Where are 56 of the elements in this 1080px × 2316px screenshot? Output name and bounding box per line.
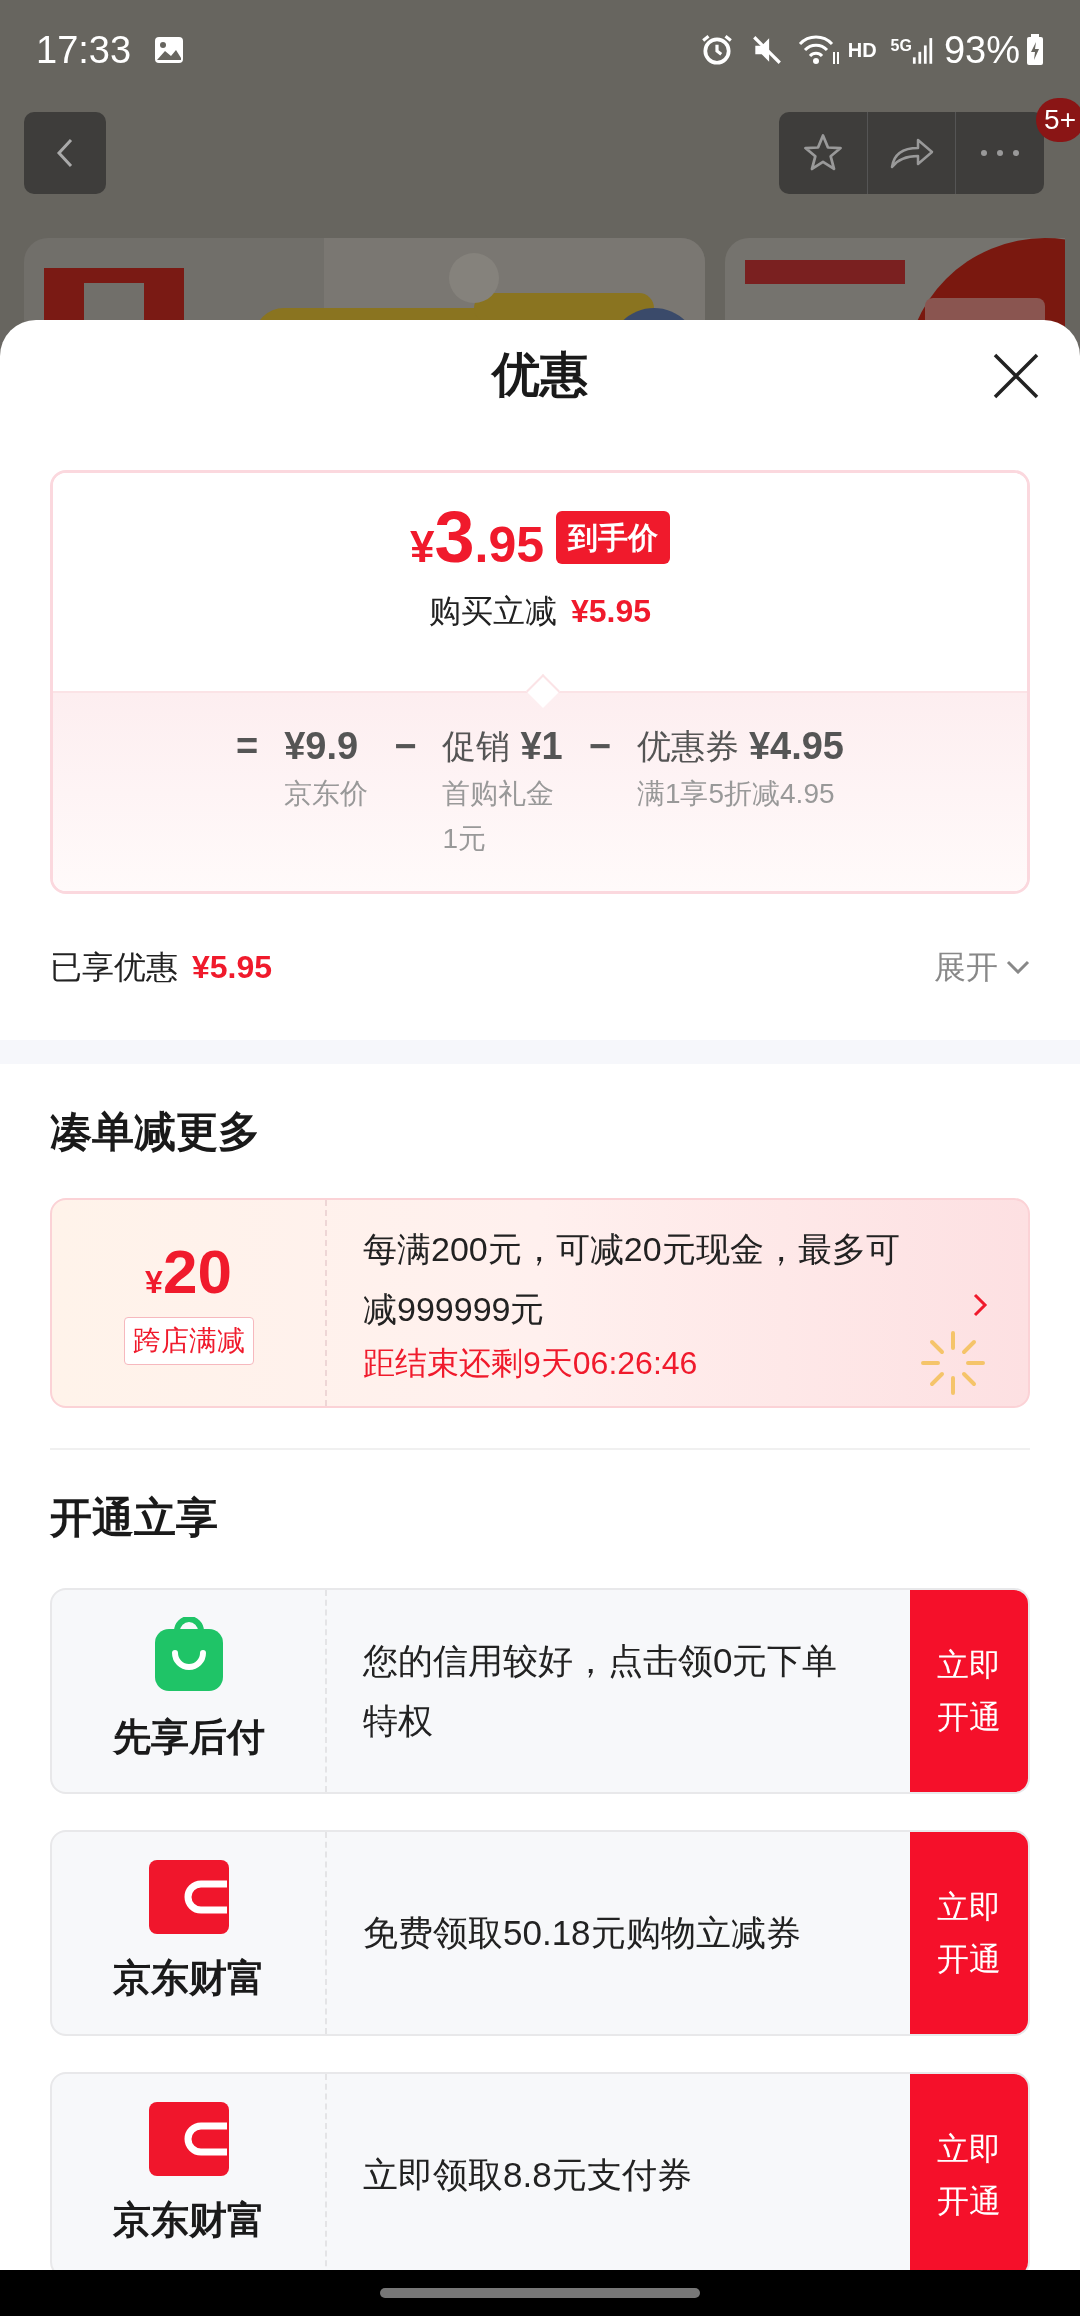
enjoyed-amount: ¥5.95 <box>192 948 273 987</box>
more-icon <box>980 149 1020 157</box>
offer-card[interactable]: 先享后付 您的信用较好，点击领0元下单特权 立即开通 <box>50 1588 1030 1794</box>
offer-text: 立即领取8.8元支付券 <box>363 2154 692 2196</box>
activate-button[interactable]: 立即开通 <box>910 1832 1028 2034</box>
price-amount: ¥9.9 <box>284 724 359 769</box>
network-type: 5G <box>890 36 912 56</box>
offer-text: 您的信用较好，点击领0元下单特权 <box>363 1640 839 1742</box>
price-note: 京东价 <box>284 777 369 811</box>
enjoyed-label: 已享优惠 <box>50 948 178 987</box>
countdown-text: 距结束还剩9天06:26:46 <box>363 1344 699 1383</box>
offer-text: 免费领取50.18元购物立减券 <box>363 1912 801 1954</box>
wifi-icon <box>797 34 842 66</box>
brand-name: 京东财富 <box>112 1955 265 2001</box>
network-label: HD <box>847 38 877 63</box>
activate-button[interactable]: 立即开通 <box>910 2074 1028 2270</box>
saving-label: 购买立减 <box>428 592 557 631</box>
price-amount: ¥4.95 <box>748 724 844 769</box>
coupon-value: ¥20 <box>145 1241 232 1303</box>
wallet-icon <box>148 2101 229 2176</box>
saving-amount: ¥5.95 <box>570 592 652 631</box>
discount-label: 优惠券 <box>636 726 739 767</box>
section-heading: 凑单减更多 <box>49 1106 261 1157</box>
equals-sign: = <box>236 724 259 769</box>
battery-icon <box>1026 34 1044 66</box>
wallet-icon <box>148 1859 229 1934</box>
brand-name: 先享后付 <box>112 1714 265 1760</box>
chevron-down-icon <box>1006 960 1030 974</box>
brand-name: 京东财富 <box>112 2197 265 2243</box>
section-heading: 开通立享 <box>49 1492 219 1543</box>
close-icon <box>991 351 1041 401</box>
alarm-icon <box>699 33 734 67</box>
activate-button[interactable]: 立即开通 <box>910 1590 1028 1792</box>
status-time: 17:33 <box>36 27 132 73</box>
back-icon <box>55 137 75 169</box>
coupon-description: 每满200元，可减20元现金，最多可减999999元 <box>363 1229 901 1330</box>
coupon-card[interactable]: ¥20 跨店满减 每满200元，可减20元现金，最多可减999999元 距结束还剩9天06:26:46 <box>50 1198 1030 1408</box>
offer-card[interactable]: 京东财富 免费领取50.18元购物立减券 立即开通 <box>50 1830 1030 2036</box>
minus-sign: − <box>394 724 417 769</box>
price-tag: 到手价 <box>556 510 670 564</box>
final-price: ¥3.95 <box>409 501 544 573</box>
image-icon <box>153 34 186 66</box>
shopping-bag-icon <box>152 1616 225 1693</box>
discount-label: 促销 <box>442 726 511 767</box>
sparkle-icon <box>918 1328 988 1398</box>
price-note: 首购礼金1元 <box>442 777 556 856</box>
sheet-title: 优惠 <box>492 347 588 403</box>
notification-badge: 5+ <box>1036 98 1080 142</box>
offer-card[interactable]: 京东财富 立即领取8.8元支付券 立即开通 <box>50 2072 1030 2270</box>
battery-percent: 93% <box>943 27 1020 73</box>
coupon-tag: 跨店满减 <box>123 1317 254 1365</box>
chevron-right-icon <box>972 1292 988 1318</box>
expand-button[interactable]: 展开 <box>934 943 1030 991</box>
price-amount: ¥1 <box>520 724 563 769</box>
minus-sign: − <box>588 724 611 769</box>
price-note: 满1享5折减4.95 <box>636 777 836 811</box>
